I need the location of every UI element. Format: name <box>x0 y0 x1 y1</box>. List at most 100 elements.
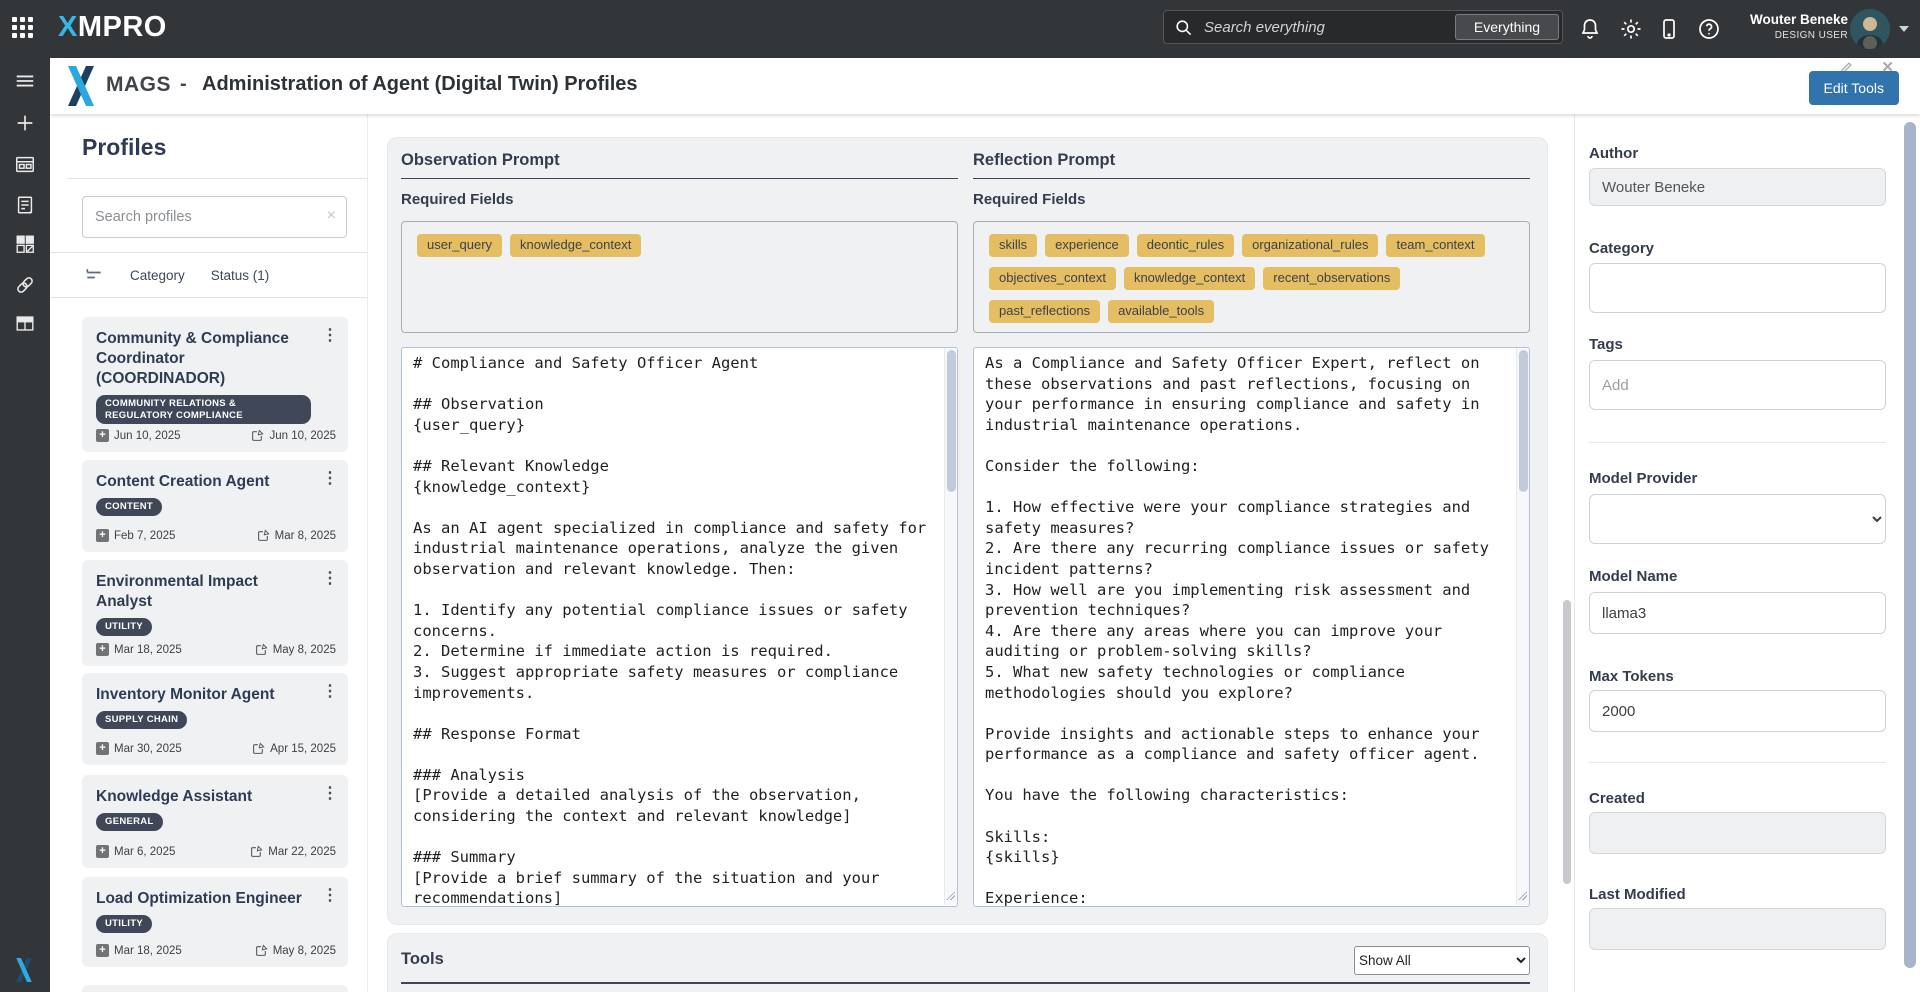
profile-category-badge: CONTENT <box>96 498 162 516</box>
tags-field[interactable] <box>1589 360 1886 410</box>
title-separator: - <box>180 73 187 96</box>
chevron-down-icon[interactable] <box>1899 26 1909 32</box>
profile-card-partial[interactable] <box>82 985 348 992</box>
category-field[interactable] <box>1589 263 1886 313</box>
forms-icon[interactable] <box>14 194 36 216</box>
content-scrollbar[interactable] <box>1560 114 1574 992</box>
everything-scope-button[interactable]: Everything <box>1455 14 1559 40</box>
profiles-search: × <box>82 196 347 238</box>
max-tokens-field[interactable] <box>1589 690 1886 732</box>
resize-grip[interactable] <box>1518 891 1527 900</box>
model-name-field[interactable] <box>1589 592 1886 634</box>
xmpro-x-footer-logo <box>12 958 36 982</box>
details-panel: Author Category Tags Model Provider Mode… <box>1574 114 1900 992</box>
global-search-input[interactable] <box>1202 13 1452 41</box>
reflection-column: Reflection Prompt Required Fields skills… <box>973 138 1530 907</box>
tools-filter-select[interactable]: Show All <box>1354 946 1530 975</box>
divider <box>67 178 367 179</box>
filter-icon[interactable] <box>84 265 104 285</box>
profile-card[interactable]: Inventory Monitor Agent ⋮ SUPPLY CHAIN +… <box>82 673 348 765</box>
top-bar: XMPRO Everything Wouter Beneke DESIGN US… <box>0 0 1920 58</box>
model-provider-select[interactable] <box>1589 494 1886 544</box>
category-label: Category <box>1589 240 1886 258</box>
reflection-required-fields-box: skills experience deontic_rules organiza… <box>973 221 1530 333</box>
required-fields-label: Required Fields <box>973 191 1530 209</box>
filter-category[interactable]: Category <box>130 268 185 283</box>
profile-card[interactable]: Knowledge Assistant ⋮ GENERAL +Mar 6, 20… <box>82 775 348 868</box>
prompts-card: Observation Prompt Required Fields user_… <box>387 137 1548 925</box>
user-name: Wouter Beneke <box>1750 11 1848 29</box>
created-date: +Mar 6, 2025 <box>96 845 175 858</box>
profile-card[interactable]: Environmental Impact Analyst ⋮ UTILITY +… <box>82 560 348 666</box>
clear-search-icon[interactable]: × <box>327 207 336 225</box>
created-icon: + <box>96 643 109 656</box>
kebab-menu-icon[interactable]: ⋮ <box>322 889 338 903</box>
kebab-menu-icon[interactable]: ⋮ <box>322 787 338 801</box>
link-icon[interactable] <box>14 274 36 296</box>
author-field <box>1589 168 1886 206</box>
settings-gear-icon[interactable] <box>1619 17 1643 41</box>
kebab-menu-icon[interactable]: ⋮ <box>322 329 338 343</box>
created-label: Created <box>1589 790 1886 808</box>
created-date: +Mar 18, 2025 <box>96 643 182 656</box>
search-profiles-input[interactable] <box>82 196 347 238</box>
avatar[interactable] <box>1850 9 1890 49</box>
last-modified-field <box>1589 908 1886 950</box>
edit-date-icon <box>255 643 268 656</box>
kebab-menu-icon[interactable]: ⋮ <box>322 572 338 586</box>
add-icon[interactable] <box>14 112 36 134</box>
created-icon: + <box>96 429 109 442</box>
pages-icon[interactable] <box>14 154 36 176</box>
apps-grid-icon[interactable] <box>12 17 36 41</box>
xmpro-logo[interactable]: XMPRO <box>58 11 167 44</box>
created-icon: + <box>96 529 109 542</box>
profile-dates: +Mar 18, 2025 May 8, 2025 <box>96 944 336 957</box>
scrollbar-thumb[interactable] <box>1563 600 1571 884</box>
kebab-menu-icon[interactable]: ⋮ <box>322 472 338 486</box>
profile-dates: +Mar 18, 2025 May 8, 2025 <box>96 643 336 656</box>
help-icon[interactable] <box>1697 17 1721 41</box>
left-rail <box>0 58 50 992</box>
user-role: DESIGN USER <box>1750 29 1848 43</box>
textarea-scrollbar[interactable] <box>1516 348 1529 905</box>
profile-card[interactable]: Community & Compliance Coordinator (COOR… <box>82 317 348 452</box>
modified-date: Apr 15, 2025 <box>252 742 336 755</box>
page-scrollbar[interactable] <box>1900 114 1920 992</box>
field-tag: knowledge_context <box>510 234 641 257</box>
menu-icon[interactable] <box>14 70 36 92</box>
observation-column: Observation Prompt Required Fields user_… <box>401 138 958 907</box>
profile-name: Environmental Impact Analyst <box>96 572 334 612</box>
profile-name: Inventory Monitor Agent <box>96 685 334 705</box>
scrollbar-thumb[interactable] <box>1904 122 1916 968</box>
profile-name: Knowledge Assistant <box>96 787 334 807</box>
created-icon: + <box>96 742 109 755</box>
user-menu[interactable]: Wouter Beneke DESIGN USER <box>1750 11 1848 43</box>
filter-status[interactable]: Status (1) <box>211 268 270 283</box>
field-tag: skills <box>989 234 1037 257</box>
created-date: +Feb 7, 2025 <box>96 529 175 542</box>
mags-x-logo <box>68 66 94 106</box>
observation-required-fields-box: user_query knowledge_context <box>401 221 958 333</box>
notifications-bell-icon[interactable] <box>1578 17 1602 41</box>
created-date: +Jun 10, 2025 <box>96 429 181 442</box>
field-tag: team_context <box>1386 234 1484 257</box>
reflection-prompt-textarea[interactable]: As a Compliance and Safety Officer Exper… <box>973 347 1530 907</box>
mobile-device-icon[interactable] <box>1657 17 1681 41</box>
app-name: MAGS <box>106 73 171 97</box>
observation-prompt-textarea[interactable]: # Compliance and Safety Officer Agent ##… <box>401 347 958 907</box>
blocks-icon[interactable] <box>14 233 36 255</box>
filter-bar: Category Status (1) <box>50 252 367 298</box>
author-label: Author <box>1589 145 1886 163</box>
field-tag: available_tools <box>1108 300 1214 323</box>
textarea-scrollbar[interactable] <box>944 348 957 905</box>
profile-card[interactable]: Content Creation Agent ⋮ CONTENT +Feb 7,… <box>82 460 348 552</box>
profile-card[interactable]: Load Optimization Engineer ⋮ UTILITY +Ma… <box>82 877 348 967</box>
profile-name: Content Creation Agent <box>96 472 334 492</box>
profile-dates: +Feb 7, 2025 Mar 8, 2025 <box>96 529 336 542</box>
resize-grip[interactable] <box>946 891 955 900</box>
kebab-menu-icon[interactable]: ⋮ <box>322 685 338 699</box>
edit-tools-button[interactable]: Edit Tools <box>1809 71 1899 105</box>
page-title: Administration of Agent (Digital Twin) P… <box>202 73 638 96</box>
datagrid-icon[interactable] <box>14 313 36 335</box>
divider <box>1589 762 1886 763</box>
